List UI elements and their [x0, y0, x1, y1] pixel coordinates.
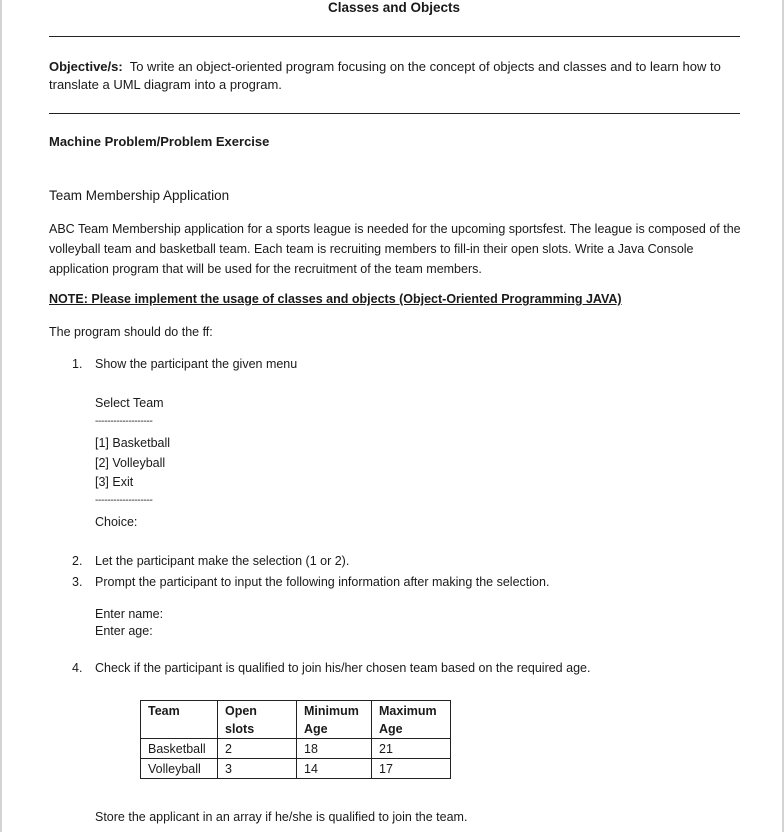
lead-text: The program should do the ff:	[49, 325, 213, 339]
header-maximum-age: Maximum Age	[371, 700, 451, 739]
header-open-slots: Open slots	[217, 700, 297, 739]
header-team: Team	[140, 700, 218, 739]
input-prompt-age: Enter age:	[95, 624, 153, 638]
cell-team: Basketball	[140, 738, 218, 759]
cell-minimum-age: 14	[296, 758, 372, 779]
list-text: Show the participant the given menu	[95, 357, 298, 371]
cell-maximum-age: 21	[371, 738, 451, 759]
menu-divider: -------------------	[95, 416, 153, 427]
table-header-row: Team Open slots Minimum Age Maximum Age	[140, 700, 451, 739]
subheading: Team Membership Application	[49, 188, 230, 203]
description-paragraph: ABC Team Membership application for a sp…	[49, 222, 741, 276]
note: NOTE: Please implement the usage of clas…	[49, 292, 622, 306]
cell-team: Volleyball	[140, 758, 218, 779]
list-number: 2.	[72, 554, 83, 568]
menu-prompt: Choice:	[95, 515, 138, 529]
horizontal-rule	[49, 36, 740, 37]
cell-minimum-age: 18	[296, 738, 372, 759]
table-row: Basketball 2 18 21	[140, 738, 451, 759]
team-requirements-table: Team Open slots Minimum Age Maximum Age …	[140, 700, 451, 779]
list-number: 1.	[72, 357, 83, 371]
horizontal-rule	[49, 113, 740, 114]
list-text: Prompt the participant to input the foll…	[95, 575, 550, 589]
objective-text: To write an object-oriented program focu…	[49, 59, 721, 92]
table-row: Volleyball 3 14 17	[140, 758, 451, 779]
objective: Objective/s: To write an object-oriented…	[49, 58, 749, 94]
list-text: Check if the participant is qualified to…	[95, 661, 591, 675]
footer-instruction: Store the applicant in an array if he/sh…	[95, 810, 468, 824]
objective-label: Objective/s:	[49, 59, 123, 74]
section-heading: Machine Problem/Problem Exercise	[49, 134, 270, 149]
cell-open-slots: 3	[217, 758, 297, 779]
document-title: Classes and Objects	[327, 0, 461, 15]
list-text: Let the participant make the selection (…	[95, 554, 350, 568]
cell-open-slots: 2	[217, 738, 297, 759]
list-number: 4.	[72, 661, 83, 675]
list-number: 3.	[72, 575, 83, 589]
header-minimum-age: Minimum Age	[296, 700, 372, 739]
menu-title: Select Team	[95, 396, 164, 410]
menu-divider: -------------------	[95, 495, 153, 506]
menu-option-volleyball: [2] Volleyball	[95, 456, 166, 470]
menu-option-basketball: [1] Basketball	[95, 436, 171, 450]
input-prompt-name: Enter name:	[95, 607, 164, 621]
cell-maximum-age: 17	[371, 758, 451, 779]
menu-option-exit: [3] Exit	[95, 475, 134, 489]
document-page: Classes and Objects Objective/s: To writ…	[0, 0, 784, 832]
